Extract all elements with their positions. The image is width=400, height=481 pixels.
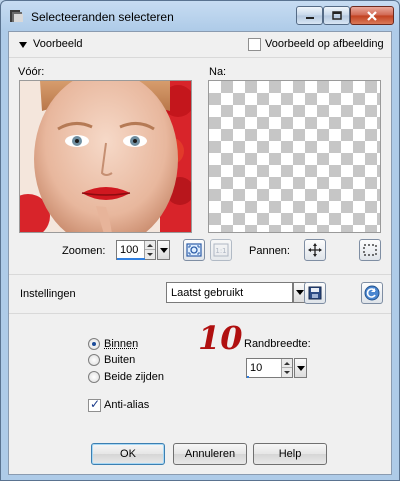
zoom-value: 100 bbox=[120, 244, 139, 256]
select-area-button[interactable] bbox=[359, 239, 381, 261]
radio-inside-label[interactable]: Binnen bbox=[104, 338, 138, 350]
cancel-button-label: Annuleren bbox=[184, 448, 236, 460]
after-label: Na: bbox=[209, 66, 227, 78]
settings-label: Instellingen bbox=[20, 288, 76, 300]
preview-header: Voorbeeld Voorbeeld op afbeelding bbox=[9, 32, 391, 58]
border-width-spinner[interactable] bbox=[281, 359, 292, 377]
zoom-spinner[interactable] bbox=[144, 241, 155, 259]
move-arrows-icon bbox=[308, 243, 322, 257]
collapse-triangle-icon[interactable] bbox=[19, 42, 27, 48]
radio-inside[interactable] bbox=[88, 338, 100, 350]
spin-up-icon[interactable] bbox=[145, 241, 155, 250]
floppy-disk-icon bbox=[308, 286, 322, 300]
border-width-input[interactable]: 10 bbox=[246, 358, 293, 378]
ok-button[interactable]: OK bbox=[91, 443, 165, 465]
close-icon bbox=[367, 10, 377, 21]
help-button[interactable]: Help bbox=[253, 443, 327, 465]
reset-arrow-icon bbox=[364, 285, 380, 301]
spin-up-icon[interactable] bbox=[282, 359, 292, 368]
actual-size-icon: 1:1 bbox=[213, 243, 229, 257]
marquee-icon bbox=[363, 244, 377, 256]
border-width-dropdown-button[interactable] bbox=[294, 358, 307, 378]
radio-outside[interactable] bbox=[88, 354, 100, 366]
save-preset-button[interactable] bbox=[304, 282, 326, 304]
radio-outside-label[interactable]: Buiten bbox=[104, 354, 135, 366]
after-preview-image[interactable] bbox=[208, 80, 381, 233]
preview-on-image-checkbox[interactable] bbox=[248, 38, 261, 51]
zoom-dropdown-button[interactable] bbox=[157, 240, 170, 260]
help-button-label: Help bbox=[278, 448, 302, 460]
preset-combo[interactable]: Laatst gebruikt bbox=[166, 282, 293, 303]
fit-window-icon bbox=[186, 243, 202, 257]
spin-down-icon[interactable] bbox=[145, 250, 155, 259]
portrait-image bbox=[20, 81, 191, 232]
preset-value: Laatst gebruikt bbox=[171, 287, 244, 299]
cancel-button[interactable]: Annuleren bbox=[173, 443, 247, 465]
actual-size-button[interactable]: 1:1 bbox=[210, 239, 232, 261]
border-width-value: 10 bbox=[250, 362, 263, 374]
antialias-checkbox[interactable] bbox=[88, 397, 101, 412]
before-label: Vóór: bbox=[18, 66, 45, 78]
border-width-label: Randbreedte: bbox=[244, 338, 311, 350]
maximize-button[interactable] bbox=[323, 6, 350, 25]
border-width-indicator bbox=[247, 376, 249, 378]
title-bar[interactable]: Selecteeranden selecteren bbox=[1, 1, 399, 31]
close-button[interactable] bbox=[350, 6, 394, 25]
preview-on-image-label[interactable]: Voorbeeld op afbeelding bbox=[265, 38, 384, 50]
zoom-to-fit-button[interactable] bbox=[183, 239, 205, 261]
svg-text:1:1: 1:1 bbox=[215, 247, 226, 255]
ok-button-label: OK bbox=[120, 448, 136, 460]
annotation-number: 10 bbox=[198, 319, 243, 357]
separator bbox=[9, 313, 391, 314]
pan-button[interactable] bbox=[304, 239, 326, 261]
zoom-label: Zoomen: bbox=[62, 245, 106, 257]
pan-label: Pannen: bbox=[249, 245, 290, 257]
zoom-input[interactable]: 100 bbox=[116, 240, 156, 260]
zoom-indicator-bar bbox=[117, 258, 145, 260]
dialog-window: Selecteeranden selecteren Voorbeeld Voor… bbox=[0, 0, 400, 481]
reset-button[interactable] bbox=[361, 282, 383, 304]
separator bbox=[9, 274, 391, 275]
app-icon bbox=[10, 10, 23, 22]
dialog-client: Voorbeeld Voorbeeld op afbeelding Vóór: … bbox=[8, 31, 392, 475]
maximize-icon bbox=[331, 10, 342, 20]
minimize-button[interactable] bbox=[296, 6, 323, 25]
before-preview-image[interactable] bbox=[19, 80, 192, 233]
radio-both-sides[interactable] bbox=[88, 371, 100, 383]
window-title: Selecteeranden selecteren bbox=[31, 10, 174, 24]
spin-down-icon[interactable] bbox=[282, 368, 292, 377]
radio-both-sides-label[interactable]: Beide zijden bbox=[104, 371, 164, 383]
antialias-label[interactable]: Anti-alias bbox=[104, 399, 149, 411]
preview-section-label[interactable]: Voorbeeld bbox=[33, 38, 83, 50]
minimize-icon bbox=[305, 16, 314, 19]
